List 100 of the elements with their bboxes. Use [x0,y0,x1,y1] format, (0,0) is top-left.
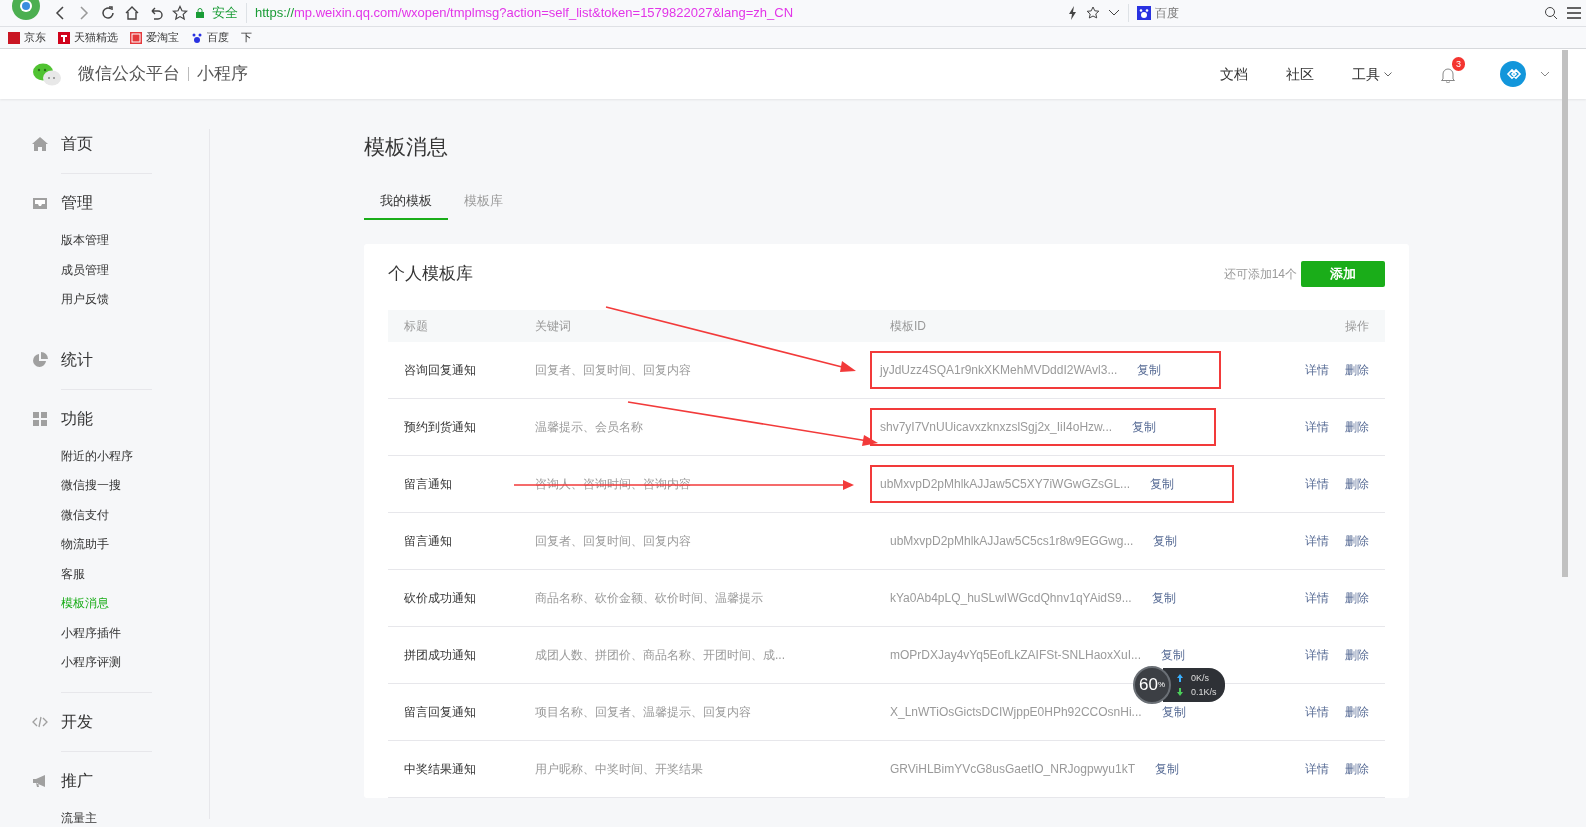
action-link[interactable]: 详情 [1305,475,1329,493]
action-link[interactable]: 详情 [1305,418,1329,436]
nav-link[interactable]: 文档 [1220,63,1248,85]
table-cell-text: 咨询回复通知 [404,362,476,379]
table-cell-text: 砍价成功通知 [404,590,476,607]
sidebar-item[interactable]: 客服 [61,559,209,589]
sidebar-item[interactable]: 微信支付 [61,500,209,530]
copy-link[interactable]: 复制 [1150,475,1175,493]
table-cell-text: 拼团成功通知 [404,647,476,664]
bookmark-link[interactable]: 下 [241,29,252,46]
search-icon[interactable] [1544,6,1558,20]
lightning-icon[interactable] [1068,6,1078,20]
sidebar-section[interactable]: 开发 [61,709,93,734]
template-id: jyJdUzz4SQA1r9nkXKMehMVDddI2WAvl3... [880,362,1118,379]
action-link[interactable]: 删除 [1345,361,1369,379]
search-field[interactable]: 百度 [1155,4,1335,22]
scrollbar-thumb[interactable] [1562,50,1568,577]
paw-icon[interactable] [191,31,203,44]
table-cell-text: 预约到货通知 [404,419,476,436]
sidebar-section[interactable]: 首页 [61,132,93,156]
action-link[interactable]: 删除 [1345,532,1369,550]
sidebar-section[interactable]: 功能 [61,406,93,431]
notification-badge: 3 [1452,57,1465,72]
sidebar-item[interactable]: 版本管理 [61,226,209,256]
star-icon[interactable] [1086,6,1100,20]
nav-link[interactable]: 工具 [1352,63,1392,85]
star-icon[interactable] [172,5,188,21]
bell-icon[interactable] [1440,66,1456,83]
action-link[interactable]: 删除 [1345,418,1369,436]
table-cell-text: 项目名称、回复者、温馨提示、回复内容 [535,704,751,721]
square-logo-icon[interactable] [130,31,142,44]
grid-icon [32,410,48,427]
copy-link[interactable]: 复制 [1161,703,1186,721]
action-link[interactable]: 删除 [1345,646,1369,664]
sidebar-item[interactable]: 小程序插件 [61,618,209,648]
column-header: 模板ID [890,318,926,335]
download-speed: 0.1K/s [1191,686,1217,699]
template-id: X_LnWTiOsGictsDCIWjppE0HPh92CCOsnHi... [890,704,1142,721]
template-id: GRViHLBimYVcG8usGaetIO_NRJogpwyu1kT [890,761,1135,778]
page-title: 模板消息 [364,134,449,160]
table-cell-text: 温馨提示、会员名称 [535,419,643,436]
column-header: 关键词 [535,318,571,335]
tab[interactable]: 我的模板 [364,184,448,220]
table-cell-text: 商品名称、砍价金额、砍价时间、温馨提示 [535,590,763,607]
action-link[interactable]: 删除 [1345,475,1369,493]
table-cell-text: 回复者、回复时间、回复内容 [535,362,691,379]
table-cell-text: 中奖结果通知 [404,761,476,778]
avatar-icon[interactable] [1500,61,1526,87]
lock-icon [196,8,204,18]
action-link[interactable]: 详情 [1305,361,1329,379]
table-cell-text: 留言通知 [404,533,452,550]
sidebar-section[interactable]: 管理 [61,191,93,215]
column-header: 标题 [404,318,428,335]
action-link[interactable]: 详情 [1305,703,1329,721]
copy-link[interactable]: 复制 [1155,760,1179,778]
address-field[interactable]: https://mp.weixin.qq.com/wxopen/tmplmsg?action=self_list&token=1579822027&lang=zh_CN [246,3,794,23]
template-id: shv7yI7VnUUicavxzknxzslSgj2x_IiI4oHzw... [880,419,1113,436]
sidebar-item[interactable]: 用户反馈 [61,285,209,315]
action-link[interactable]: 详情 [1305,646,1329,664]
sidebar-item[interactable]: 微信搜一搜 [61,471,209,501]
sidebar-section[interactable]: 推广 [61,768,93,793]
down-arrow-icon [1177,688,1183,696]
sidebar-item[interactable]: 附近的小程序 [61,441,209,471]
square-logo-icon[interactable] [58,31,70,44]
action-link[interactable]: 删除 [1345,760,1369,778]
table-cell-text: 留言回复通知 [404,704,476,721]
square-logo-icon[interactable] [8,31,20,44]
reload-icon[interactable] [100,5,116,21]
copy-link[interactable]: 复制 [1153,532,1178,550]
bookmark-link[interactable]: 京东 [24,29,46,46]
copy-link[interactable]: 复制 [1132,418,1157,436]
bookmark-link[interactable]: 爱淘宝 [146,29,179,46]
bookmark-link[interactable]: 天猫精选 [74,29,118,46]
sidebar-item[interactable]: 流量主 [61,803,209,827]
copy-link[interactable]: 复制 [1137,361,1162,379]
menu-icon[interactable] [1566,6,1582,20]
table-cell-text: 回复者、回复时间、回复内容 [535,533,691,550]
action-link[interactable]: 详情 [1305,532,1329,550]
nav-link[interactable]: 社区 [1286,63,1314,85]
copy-link[interactable]: 复制 [1151,589,1176,607]
action-link[interactable]: 详情 [1305,760,1329,778]
sidebar-item[interactable]: 小程序评测 [61,648,209,678]
paw-icon [1137,6,1151,20]
upload-speed: 0K/s [1191,672,1209,685]
home-icon[interactable] [124,5,140,21]
sidebar-item[interactable]: 成员管理 [61,255,209,285]
bookmark-link[interactable]: 百度 [207,29,229,46]
table-cell-text: 成团人数、拼团价、商品名称、开团时间、成... [535,647,785,664]
brand-title[interactable]: 微信公众平台 [78,61,180,87]
product-title: 小程序 [197,63,248,86]
card-title: 个人模板库 [388,263,473,286]
quota-text: 还可添加14个 [1223,266,1297,283]
chevron-down-icon[interactable] [1108,9,1120,17]
copy-link[interactable]: 复制 [1161,646,1185,664]
action-link[interactable]: 详情 [1305,589,1329,607]
sidebar-section[interactable]: 统计 [61,347,93,372]
action-link[interactable]: 删除 [1345,703,1369,721]
megaphone-icon [32,772,48,789]
sidebar-item[interactable]: 物流助手 [61,530,209,560]
action-link[interactable]: 删除 [1345,589,1369,607]
